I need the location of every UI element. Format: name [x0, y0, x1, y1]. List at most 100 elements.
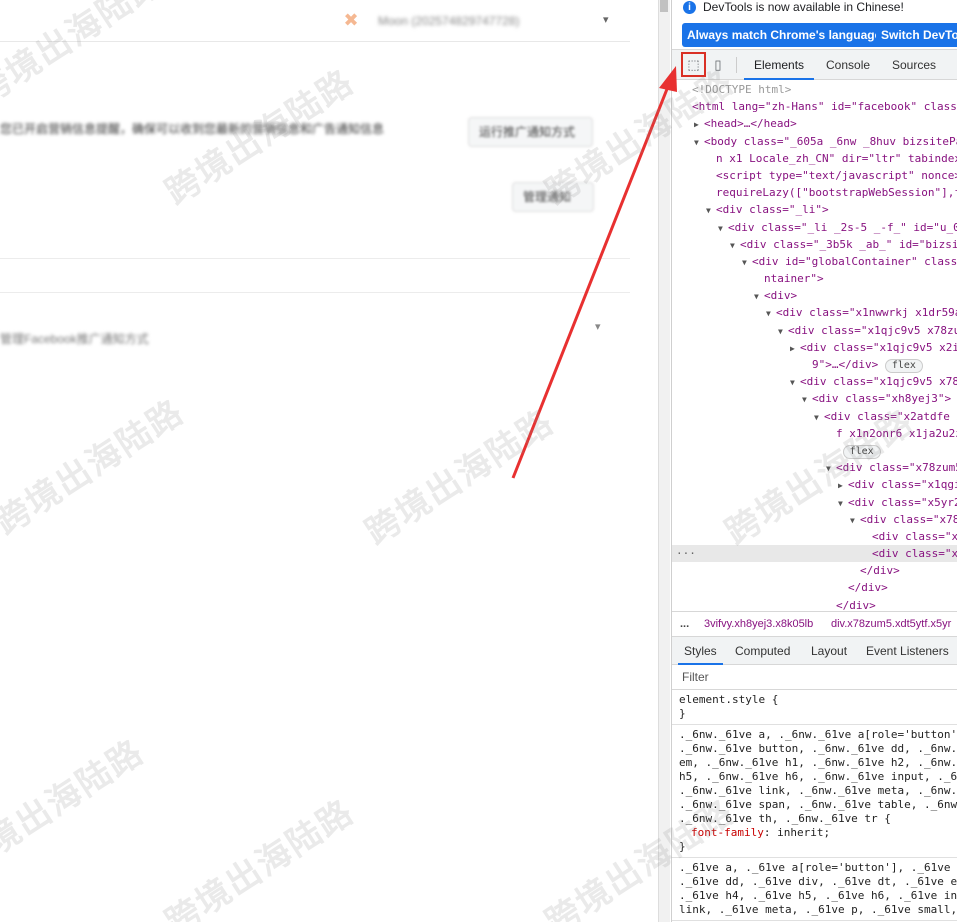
collapse-icon[interactable]: ▼ [790, 374, 800, 390]
dom-node[interactable]: ▼ <div class="x5yr2 [672, 494, 957, 511]
collapse-icon[interactable]: ▼ [754, 288, 764, 304]
device-toolbar-icon[interactable]: ▯ [708, 55, 728, 75]
rule-6nw[interactable]: ._6nw._61ve a, ._6nw._61ve a[role='butto… [672, 725, 957, 858]
dom-node[interactable]: ▼ <div class="x78 [672, 511, 957, 528]
settings-row-text[interactable]: 管理Facebook推广通知方式 [0, 330, 149, 347]
dom-node[interactable]: f x1n2onr6 x1ja2u2z x [672, 425, 957, 442]
divider [0, 258, 630, 259]
chevron-down-icon[interactable]: ▾ [595, 320, 601, 333]
collapse-icon[interactable]: ▼ [694, 134, 704, 150]
dom-node[interactable]: ▼ <div class="x1nwwrkj x1dr59a [672, 304, 957, 321]
dom-node[interactable]: <div class="xh [672, 528, 957, 545]
flex-badge[interactable]: flex [842, 444, 881, 459]
collapse-icon[interactable]: ▼ [814, 409, 824, 425]
dom-node[interactable]: ··· <div class="x5 [672, 545, 957, 563]
match-language-button[interactable]: Always match Chrome's language [682, 23, 887, 47]
dom-node[interactable]: requireLazy(["bootstrapWebSession"],f [672, 184, 957, 201]
tab-elements[interactable]: Elements [744, 50, 815, 80]
dom-node[interactable]: </div> [672, 579, 957, 596]
dom-node[interactable]: <html lang="zh-Hans" id="facebook" class… [672, 98, 957, 115]
collapse-icon[interactable]: ▼ [838, 495, 848, 511]
dom-node[interactable]: ▶ <div class="x1qgi [672, 476, 957, 493]
dom-node[interactable]: ▼ <div class="_li"> [672, 201, 957, 218]
collapse-icon[interactable]: ▼ [730, 237, 740, 253]
info-icon: i [683, 1, 696, 14]
dom-node[interactable]: ▼ <div class="x1qjc9v5 x78zum [672, 322, 957, 339]
switch-devtools-button[interactable]: Switch DevTools [876, 23, 957, 47]
dom-node[interactable]: </div> [672, 562, 957, 579]
dom-node-text: ntainer"> [764, 272, 824, 286]
dom-node-text: <head>…</head> [704, 117, 797, 131]
flex-badge[interactable]: flex [884, 359, 923, 373]
dom-node[interactable]: ▼ <div class="x1qjc9v5 x78 [672, 373, 957, 390]
dom-node-text: n x1 Locale_zh_CN" dir="ltr" tabindex=" [716, 151, 957, 165]
collapse-icon[interactable]: ▼ [802, 391, 812, 407]
tab-styles[interactable]: Styles [678, 637, 723, 665]
dom-node[interactable]: ▼ <body class="_605a _6nw _8huv bizsitePa [672, 133, 957, 150]
dom-tree[interactable]: <!DOCTYPE html> <html lang="zh-Hans" id="… [672, 81, 957, 612]
expand-icon[interactable]: ▶ [694, 116, 704, 132]
breadcrumb-item[interactable]: 3vifvy.xh8yej3.x8k05lb [704, 612, 813, 636]
collapse-icon[interactable]: ▼ [742, 254, 752, 270]
dom-node[interactable]: <script type="text/javascript" nonce> [672, 167, 957, 184]
collapse-icon[interactable]: ▼ [718, 220, 728, 236]
dom-node-text: <div class="_li"> [716, 203, 829, 217]
dom-node[interactable]: 9">…</div> flex [672, 356, 957, 373]
styles-filter-input[interactable]: Filter [672, 665, 957, 690]
rule-line: link, ._61ve meta, ._61ve p, ._61ve smal… [679, 903, 957, 916]
dom-node-text: f x1n2onr6 x1ja2u2z x [836, 426, 957, 440]
dom-node[interactable]: ▼ <div class="_3b5k _ab_" id="bizsit [672, 236, 957, 253]
collapse-icon[interactable]: ▼ [706, 202, 716, 218]
styles-tabbar: Styles Computed Layout Event Listeners [672, 637, 957, 665]
tab-event-listeners[interactable]: Event Listeners [860, 637, 955, 665]
dom-node[interactable]: ntainer"> [672, 270, 957, 287]
tab-console[interactable]: Console [816, 50, 880, 80]
tab-layout[interactable]: Layout [805, 637, 853, 665]
collapse-icon[interactable]: ▼ [850, 512, 860, 528]
dom-node-text: <div id="globalContainer" class= [752, 254, 957, 268]
rule-line: ._6nw._61ve span, ._6nw._61ve table, ._6… [679, 798, 957, 811]
ellipsis-icon[interactable]: ... [680, 612, 689, 636]
dom-node[interactable]: ▶ <head>…</head> [672, 115, 957, 132]
dom-node[interactable]: ▼ <div class="x78zum5 [672, 459, 957, 476]
dom-node-text: <html lang="zh-Hans" id="facebook" class… [692, 100, 957, 114]
page-scrollbar[interactable] [658, 0, 670, 922]
manage-button[interactable]: 管理通知 [512, 182, 594, 212]
breadcrumb-item[interactable]: div.x78zum5.xdt5ytf.x5yr [831, 612, 951, 636]
breadcrumb: ... 3vifvy.xh8yej3.x8k05lb div.x78zum5.x… [672, 611, 957, 637]
dom-node-text: <div class="xh8yej3"> [812, 392, 952, 406]
tab-sources[interactable]: Sources [882, 50, 946, 80]
dom-node[interactable]: ▶ <div class="x1qjc9v5 x2i [672, 339, 957, 356]
dom-node-text: <div class="x78 [860, 512, 957, 526]
rule-line: ._6nw._61ve a, ._6nw._61ve a[role='butto… [679, 728, 957, 741]
notification-settings-button[interactable]: 运行推广通知方式 [468, 117, 593, 147]
dom-node-text: <div class="x1qjc9v5 x2i [800, 340, 957, 354]
collapse-icon[interactable]: ▼ [766, 305, 776, 321]
account-selector[interactable]: Moon (202574829747728) [378, 14, 519, 28]
dom-node[interactable]: ▼ <div class="xh8yej3"> [672, 390, 957, 407]
rule-element-style[interactable]: element.style { } [672, 690, 957, 725]
scrollbar-thumb[interactable] [660, 0, 668, 12]
dom-node[interactable]: flex [672, 442, 957, 459]
dom-node-text: </div> [848, 581, 888, 595]
tab-computed[interactable]: Computed [729, 637, 796, 665]
chevron-down-icon[interactable]: ▾ [603, 13, 609, 26]
dom-node-text: <body class="_605a _6nw _8huv bizsitePa [704, 134, 957, 148]
collapse-icon[interactable]: ▼ [826, 460, 836, 476]
info-text: 您已开启营销信息提醒，确保可以收到您最新的营销信息和广告通知信息 [0, 122, 385, 136]
dom-node[interactable]: n x1 Locale_zh_CN" dir="ltr" tabindex=" [672, 150, 957, 167]
expand-icon[interactable]: ▶ [838, 477, 848, 493]
collapse-icon[interactable]: ▼ [778, 323, 788, 339]
dom-node[interactable]: ▼ <div class="x2atdfe x [672, 408, 957, 425]
dom-node-text: </div> [860, 564, 900, 578]
expand-icon[interactable]: ▶ [790, 340, 800, 356]
rule-61ve[interactable]: ._61ve a, ._61ve a[role='button'], ._61v… [672, 858, 957, 921]
inspect-element-icon[interactable]: ⬚ [681, 52, 706, 77]
rule-declaration[interactable]: font-family: inherit; [679, 826, 957, 840]
dom-node-text: <div class="x5 [872, 547, 957, 561]
dom-node[interactable]: ▼ <div class="_li _2s-5 _-f_" id="u_0_ [672, 219, 957, 236]
dom-node[interactable]: ▼ <div> [672, 287, 957, 304]
dom-node[interactable]: ▼ <div id="globalContainer" class= [672, 253, 957, 270]
more-icon[interactable]: ··· [676, 545, 696, 562]
dom-node[interactable]: <!DOCTYPE html> [672, 81, 957, 98]
